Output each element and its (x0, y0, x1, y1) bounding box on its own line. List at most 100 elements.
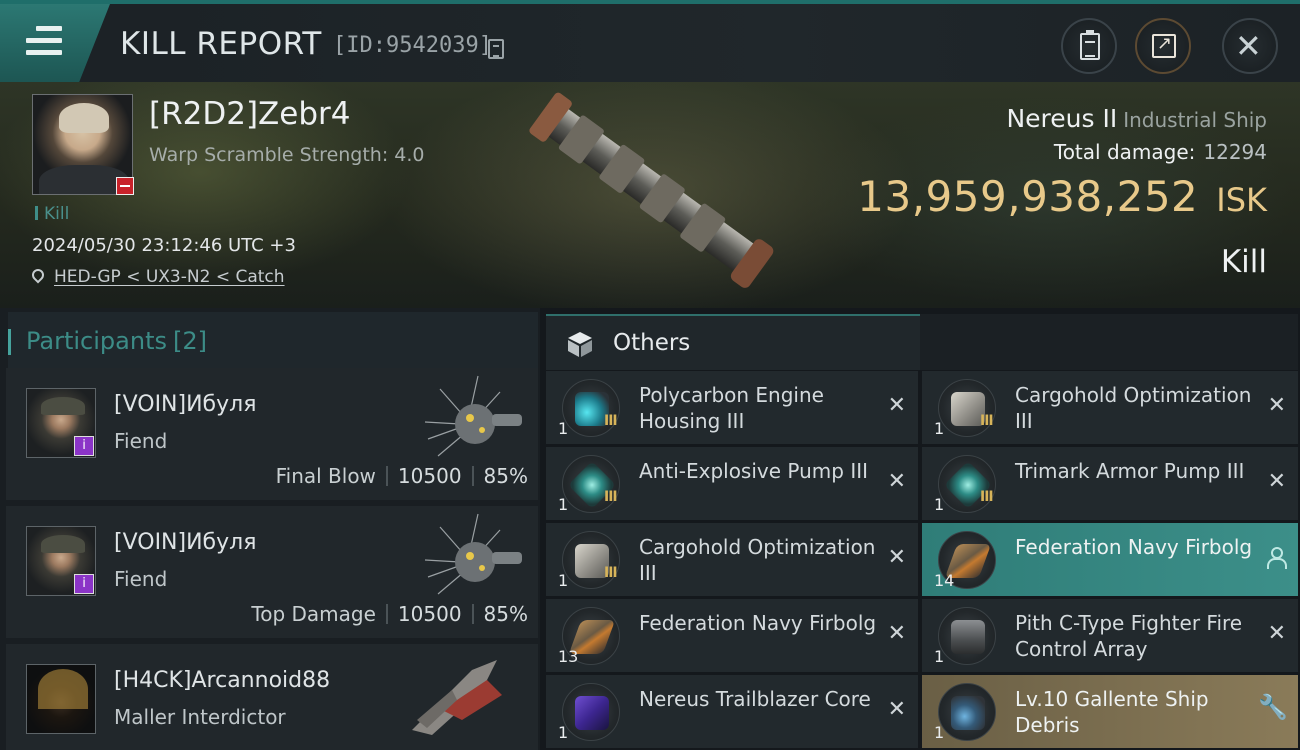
participant-ship-icon (424, 513, 522, 595)
item-quantity: 1 (558, 723, 569, 742)
menu-button[interactable] (0, 4, 110, 82)
report-id: [ID:9542039] (333, 33, 492, 58)
item-tier: III (604, 565, 618, 581)
isk-unit: ISK (1216, 181, 1267, 219)
item-row[interactable]: 1 III Polycarbon Engine Housing III ✕ (546, 371, 918, 444)
victim-ship-image (529, 92, 774, 288)
ship-name-text: Nereus II (1006, 104, 1118, 133)
destroyed-x-icon: ✕ (887, 469, 906, 494)
item-quantity: 1 (558, 495, 569, 514)
participant-role: Top Damage (251, 602, 376, 626)
item-name: Federation Navy Firbolg (1015, 535, 1253, 559)
item-name: Nereus Trailblazer Core (639, 687, 871, 711)
item-quantity: 1 (934, 495, 945, 514)
participant-row[interactable]: [H4CK]Arcannoid88 Maller Interdictor (6, 644, 538, 750)
participants-count: [2] (172, 327, 207, 355)
total-damage-label: Total damage: (1053, 140, 1196, 164)
participants-label: Participants (26, 327, 167, 355)
item-name: Federation Navy Firbolg (639, 611, 877, 635)
person-icon (1266, 547, 1287, 569)
victim-ship-name[interactable]: Nereus II Industrial Ship (1006, 104, 1267, 133)
clipboard-icon (1080, 30, 1100, 60)
item-name: Pith C-Type Fighter Fire Control Array (1015, 611, 1243, 661)
total-damage: Total damage: 12294 (1054, 140, 1267, 164)
item-quantity: 1 (558, 419, 569, 438)
participants-header: Participants [2] (8, 312, 538, 370)
hostile-badge-icon (116, 177, 134, 195)
item-tier: III (980, 413, 994, 429)
item-tier: III (980, 489, 994, 505)
item-row[interactable]: 1 III Cargohold Optimization III ✕ (546, 523, 918, 596)
item-row[interactable]: 13 Federation Navy Firbolg ✕ (546, 599, 918, 672)
isk-value: 13,959,938,252 (857, 172, 1199, 221)
item-quantity: 13 (558, 647, 579, 666)
participant-row[interactable]: i [VOIN]Ибуля Fiend Final Blow 10500 85% (6, 368, 538, 500)
location-text[interactable]: HED-GP < UX3-N2 < Catch (54, 267, 285, 287)
item-row-salvage[interactable]: 1 Lv.10 Gallente Ship Debris 🔧 (922, 675, 1298, 748)
item-quantity: 1 (934, 419, 945, 438)
item-row[interactable]: 1 Pith C-Type Fighter Fire Control Array… (922, 599, 1298, 672)
cube-icon (568, 332, 592, 357)
participant-percent: 85% (483, 464, 528, 488)
isk-loss: 13,959,938,252 ISK (857, 172, 1267, 221)
participant-avatar[interactable] (26, 664, 96, 734)
participant-damage: 10500 (397, 602, 462, 626)
destroyed-x-icon: ✕ (887, 545, 906, 570)
participant-name: [VOIN]Ибуля (114, 392, 257, 417)
item-quantity: 1 (934, 647, 945, 666)
participant-stats: Top Damage 10500 85% (251, 602, 528, 626)
kill-location-link[interactable]: HED-GP < UX3-N2 < Catch (29, 266, 285, 287)
participant-ship-icon (412, 660, 502, 735)
participant-ship: Maller Interdictor (114, 705, 286, 729)
wrench-icon: 🔧 (1258, 693, 1288, 721)
participant-ship: Fiend (114, 567, 168, 591)
destroyed-x-icon: ✕ (887, 393, 906, 418)
core-icon (562, 683, 620, 741)
destroyed-x-icon: ✕ (1267, 393, 1286, 418)
info-badge-icon: i (74, 436, 94, 456)
location-pin-icon (29, 266, 47, 284)
close-button[interactable]: ✕ (1222, 18, 1278, 74)
result-label: Kill (1220, 244, 1267, 280)
item-name: Trimark Armor Pump III (1015, 459, 1245, 483)
item-row[interactable]: 1 III Anti-Explosive Pump III ✕ (546, 447, 918, 520)
ship-class: Industrial Ship (1123, 108, 1267, 132)
item-row[interactable]: 1 III Cargohold Optimization III ✕ (922, 371, 1298, 444)
participant-ship: Fiend (114, 429, 168, 453)
item-quantity: 1 (934, 723, 945, 742)
hamburger-menu-icon (26, 26, 62, 56)
participant-percent: 85% (483, 602, 528, 626)
item-row-dropped[interactable]: 14 Federation Navy Firbolg (922, 523, 1298, 596)
clipboard-button[interactable] (1061, 18, 1117, 74)
item-row[interactable]: 1 Nereus Trailblazer Core ✕ (546, 675, 918, 748)
others-header-filler (920, 314, 1298, 370)
item-tier: III (604, 489, 618, 505)
participant-name: [VOIN]Ибуля (114, 530, 257, 555)
kill-tag: Kill (35, 204, 69, 224)
item-name: Polycarbon Engine Housing III (639, 383, 824, 433)
destroyed-x-icon: ✕ (887, 697, 906, 722)
copy-id-icon[interactable] (488, 39, 504, 59)
item-row[interactable]: 1 III Trimark Armor Pump III ✕ (922, 447, 1298, 520)
item-tier: III (604, 413, 618, 429)
share-button[interactable] (1135, 18, 1191, 74)
share-icon (1152, 33, 1176, 58)
total-damage-value: 12294 (1203, 140, 1267, 164)
victim-name[interactable]: [R2D2]Zebr4 (149, 96, 351, 132)
participant-role: Final Blow (275, 464, 376, 488)
participant-row[interactable]: i [VOIN]Ибуля Fiend Top Damage 10500 85% (6, 506, 538, 638)
item-name: Anti-Explosive Pump III (639, 459, 869, 483)
item-quantity: 14 (934, 571, 955, 590)
destroyed-x-icon: ✕ (1267, 621, 1286, 646)
destroyed-x-icon: ✕ (887, 621, 906, 646)
participant-name: [H4CK]Arcannoid88 (114, 668, 331, 693)
debris-icon (938, 683, 996, 741)
item-name: Lv.10 Gallente Ship Debris (1015, 687, 1209, 737)
participant-damage: 10500 (397, 464, 462, 488)
fire-control-icon (938, 607, 996, 665)
participant-ship-icon (424, 375, 522, 457)
kill-timestamp: 2024/05/30 23:12:46 UTC +3 (32, 235, 296, 256)
others-label: Others (613, 330, 691, 356)
info-badge-icon: i (74, 574, 94, 594)
item-name: Cargohold Optimization III (639, 535, 876, 585)
